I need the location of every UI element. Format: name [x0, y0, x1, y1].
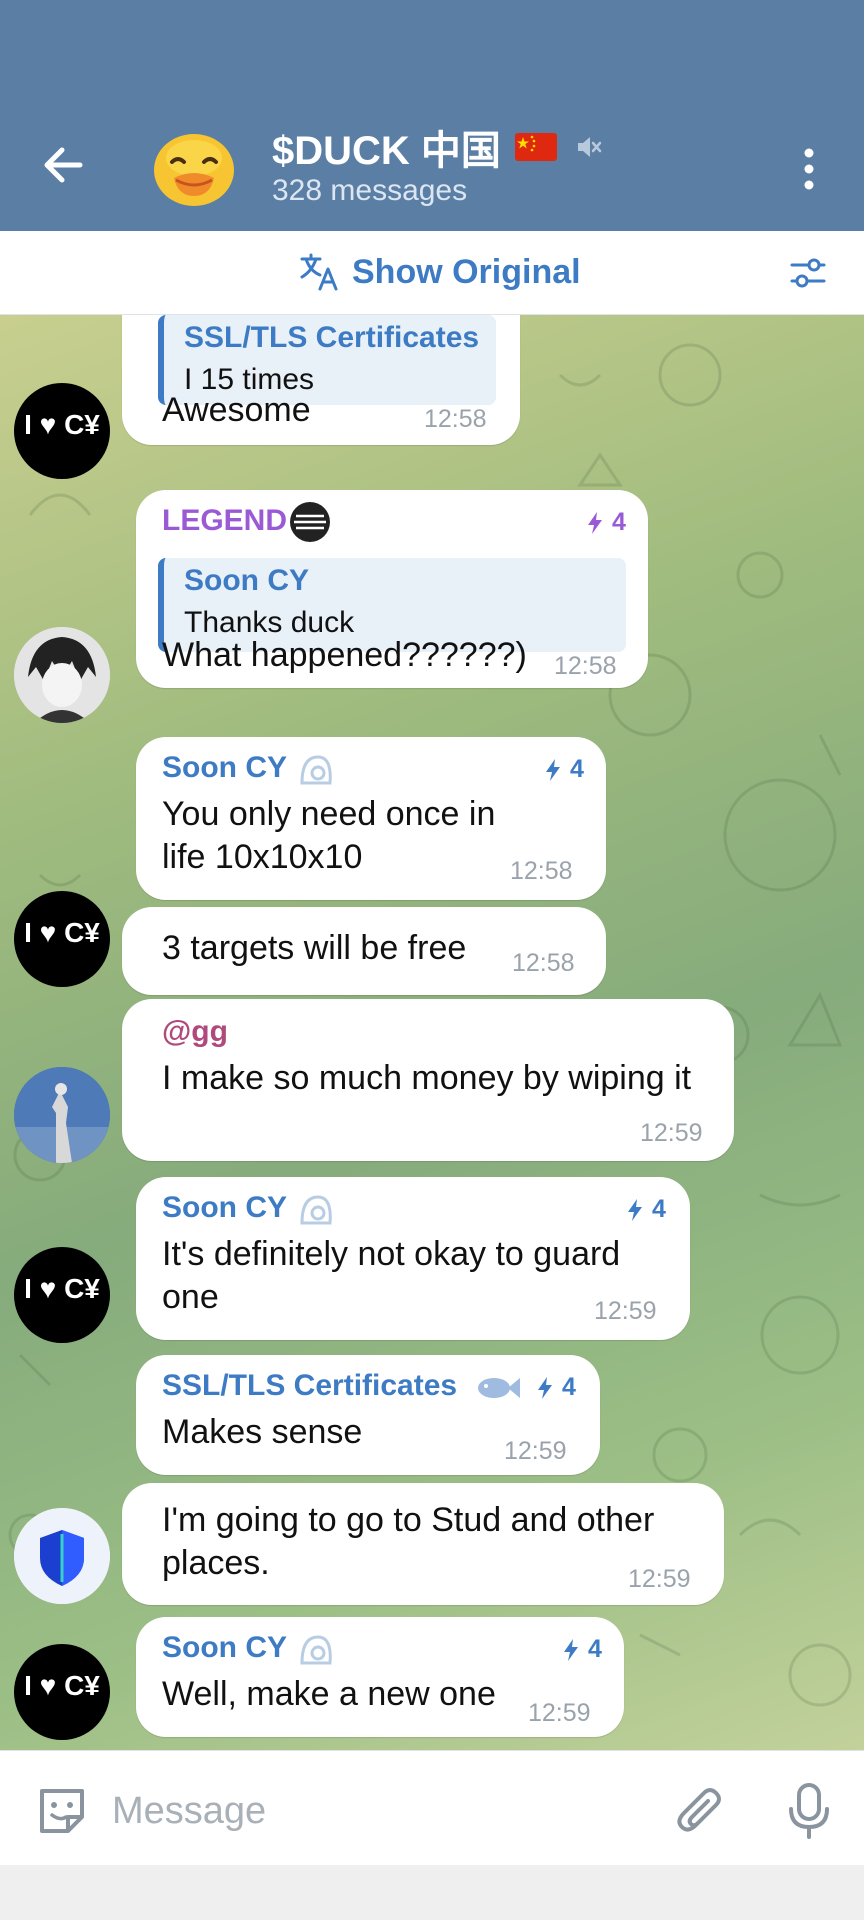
quote-sender: Soon CY — [184, 564, 309, 597]
message-text: I'm going to go to Stud and other places… — [162, 1501, 655, 1582]
avatar[interactable]: I ♥ C¥ — [14, 891, 110, 987]
shield-icon — [14, 1508, 110, 1604]
quote-sender: SSL/TLS Certificates — [184, 321, 480, 354]
show-original-label: Show Original — [352, 252, 581, 291]
boost-count: 4 — [652, 1195, 666, 1223]
message-time: 12:58 — [554, 652, 617, 680]
chat-header: $DUCK 中国 328 messages — [0, 0, 864, 231]
message-time: 12:58 — [424, 405, 487, 433]
boost-badge: 4 — [582, 508, 626, 537]
avatar[interactable] — [14, 1508, 110, 1604]
message-text: Well, make a new one — [162, 1675, 496, 1713]
emoji-status-icon — [300, 755, 332, 785]
message-bubble[interactable]: Soon CY 4 Well, make a new one 12:59 — [136, 1617, 624, 1737]
muted-speaker-icon — [577, 137, 602, 157]
boost-count: 4 — [612, 508, 626, 536]
sender-name[interactable]: @gg — [162, 1015, 228, 1049]
message-bubble[interactable]: LEGEND 4 Soon CY Thanks duck What happen… — [136, 490, 648, 688]
avatar-text: I ♥ C¥ — [24, 1273, 100, 1304]
fish-status-icon — [478, 1378, 520, 1398]
statue-avatar-icon — [14, 1067, 110, 1163]
message-time: 12:58 — [510, 857, 573, 885]
sticker-emoji-icon[interactable] — [34, 1783, 90, 1839]
system-nav-bar — [0, 1865, 864, 1920]
more-menu-icon[interactable] — [804, 148, 814, 190]
message-bubble[interactable]: Soon CY 4 It's definitely not okay to gu… — [136, 1177, 690, 1340]
message-time: 12:59 — [594, 1297, 657, 1325]
boost-badge: 4 — [622, 1195, 666, 1224]
message-bubble[interactable]: Soon CY 4 You only need once in life 10x… — [136, 737, 606, 900]
boost-icon — [628, 1198, 642, 1221]
message-text: It's definitely not okay to guard one — [162, 1235, 621, 1316]
boost-badge: 4 — [532, 1373, 576, 1402]
emoji-status-icon — [300, 1635, 332, 1665]
avatar[interactable]: I ♥ C¥ — [14, 1247, 110, 1343]
emoji-status-icon — [300, 1195, 332, 1225]
message-time: 12:59 — [640, 1119, 703, 1147]
sender-name[interactable]: Soon CY — [162, 751, 287, 785]
message-bubble[interactable]: 3 targets will be free 12:58 — [122, 907, 606, 995]
microphone-icon[interactable] — [786, 1781, 832, 1841]
chat-title-row[interactable]: $DUCK 中国 — [272, 118, 603, 176]
avatar-text: I ♥ C¥ — [24, 1670, 100, 1701]
attach-paperclip-icon[interactable] — [674, 1785, 728, 1839]
anime-avatar-icon — [14, 627, 110, 723]
sender-name[interactable]: Soon CY — [162, 1631, 287, 1665]
translate-bar: Show Original — [0, 231, 864, 315]
boost-count: 4 — [570, 755, 584, 783]
translate-settings-icon[interactable] — [788, 253, 828, 293]
back-arrow-icon[interactable] — [38, 140, 88, 190]
message-text: What happened??????) — [162, 636, 527, 674]
show-original-button[interactable]: Show Original — [298, 251, 581, 293]
sender-name[interactable]: SSL/TLS Certificates — [162, 1369, 457, 1403]
message-bubble[interactable]: I'm going to go to Stud and other places… — [122, 1483, 724, 1605]
avatar[interactable]: I ♥ C¥ — [14, 1644, 110, 1740]
chat-title: $DUCK 中国 — [272, 129, 501, 173]
message-input[interactable] — [112, 1781, 652, 1841]
boost-badge: 4 — [558, 1635, 602, 1664]
message-bubble[interactable]: SSL/TLS Certificates 4 Makes sense 12:59 — [136, 1355, 600, 1475]
china-flag-icon — [514, 133, 557, 161]
avatar[interactable] — [14, 1067, 110, 1163]
boost-badge: 4 — [540, 755, 584, 784]
message-text: Awesome — [162, 391, 311, 429]
message-bubble[interactable]: SSL/TLS Certificates I 15 times Awesome … — [122, 315, 520, 445]
avatar[interactable] — [14, 627, 110, 723]
legend-badge-icon — [290, 502, 330, 542]
message-text: You only need once in life 10x10x10 — [162, 795, 496, 876]
boost-icon — [546, 758, 560, 781]
duck-avatar-icon[interactable] — [150, 128, 238, 208]
avatar-text: I ♥ C¥ — [24, 409, 100, 440]
boost-count: 4 — [562, 1373, 576, 1401]
message-time: 12:59 — [504, 1437, 567, 1465]
boost-icon — [564, 1638, 578, 1661]
message-bubble[interactable]: @gg I make so much money by wiping it 12… — [122, 999, 734, 1161]
message-text: I make so much money by wiping it — [162, 1059, 692, 1097]
message-time: 12:59 — [628, 1565, 691, 1593]
message-time: 12:59 — [528, 1699, 591, 1727]
chat-subtitle: 328 messages — [272, 174, 468, 207]
sender-name[interactable]: Soon CY — [162, 1191, 287, 1225]
boost-icon — [588, 511, 602, 534]
message-text: 3 targets will be free — [162, 929, 467, 967]
translate-icon — [300, 253, 338, 291]
avatar[interactable]: I ♥ C¥ — [14, 383, 110, 479]
message-input-bar — [0, 1750, 864, 1865]
boost-icon — [538, 1376, 552, 1399]
message-time: 12:58 — [512, 949, 575, 977]
message-text: Makes sense — [162, 1413, 363, 1451]
avatar-text: I ♥ C¥ — [24, 917, 100, 948]
sender-name[interactable]: LEGEND — [162, 504, 287, 538]
chat-messages-area[interactable]: SSL/TLS Certificates I 15 times Awesome … — [0, 315, 864, 1750]
boost-count: 4 — [588, 1635, 602, 1663]
